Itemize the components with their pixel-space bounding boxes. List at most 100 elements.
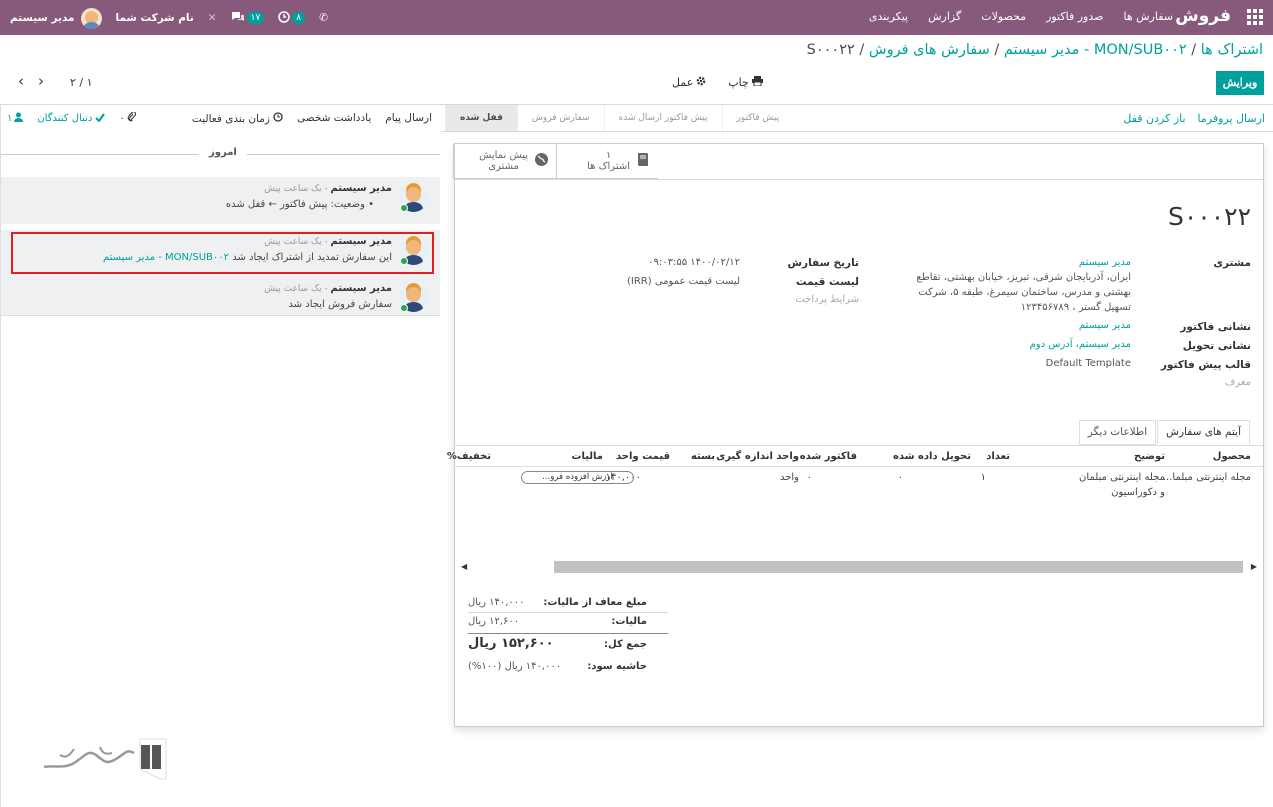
menu-configuration[interactable]: پیکربندی (869, 10, 908, 23)
order-date-field: ۱۴۰۰/۰۲/۱۲ ۰۹:۰۳:۵۵ (648, 257, 740, 268)
highlight-box (11, 232, 434, 274)
message-body: سفارش فروش ایجاد شد (288, 299, 392, 310)
col-discount[interactable]: تخفیف% (447, 451, 491, 462)
close-icon[interactable]: ✕ (208, 12, 217, 24)
date-separator: امروز (1, 147, 440, 158)
template-field[interactable]: Default Template (1046, 358, 1131, 369)
stage-sale-order[interactable]: سفارش فروش (516, 105, 604, 131)
stage-quotation-sent[interactable]: پیش فاکتور ارسال شده (603, 105, 722, 131)
referrer-label: معرف (1224, 377, 1251, 388)
customer-preview-button[interactable]: پیش نمایش مشتری (453, 144, 557, 179)
stage-quotation[interactable]: پیش فاکتور (721, 105, 794, 131)
scroll-right-icon[interactable]: ▶ (1251, 562, 1257, 571)
attachments-button[interactable]: ۰ (119, 111, 136, 125)
menu-orders[interactable]: سفارش ها (1123, 10, 1173, 23)
top-navbar: فروش سفارش ها صدور فاکتور محصولات گزارش … (0, 0, 1273, 35)
scrollbar-thumb[interactable] (554, 561, 1243, 573)
breadcrumb-subscriptions[interactable]: اشتراک ها (1201, 42, 1263, 58)
gear-icon (696, 76, 706, 89)
line-invoiced[interactable]: ۰ (807, 472, 812, 483)
invoice-address-label: نشانی فاکتور (1180, 321, 1251, 333)
table-scrollbar[interactable]: ◀ ▶ (459, 560, 1259, 574)
col-delivered[interactable]: تحویل داده شده (893, 451, 971, 462)
log-note-button[interactable]: یادداشت شخصی (297, 112, 371, 125)
app-brand[interactable]: فروش (1175, 6, 1231, 26)
menu-reporting[interactable]: گزارش (928, 10, 961, 23)
pager-next-button[interactable]: › (38, 74, 44, 89)
delivery-address-field[interactable]: مدیر سیستم، آدرس دوم (1030, 339, 1131, 350)
followers-button[interactable]: ۱ (7, 112, 24, 125)
online-status-icon (400, 304, 408, 312)
line-delivered[interactable]: ۰ (898, 472, 903, 483)
user-menu[interactable]: مدیر سیستم (10, 7, 102, 29)
user-avatar (80, 7, 102, 29)
unlock-button[interactable]: باز کردن قفل (1123, 112, 1185, 125)
activity-badge: ۸ (292, 12, 306, 24)
divider (441, 131, 1273, 132)
message-time: - یک ساعت پیش (264, 284, 331, 294)
line-product[interactable]: مجله اینترنتی مبلما... (1163, 472, 1251, 483)
customer-label: مشتری (1213, 257, 1251, 269)
col-quantity[interactable]: تعداد (986, 451, 1010, 462)
line-quantity[interactable]: ۱ (981, 472, 986, 483)
line-description-2: و دکوراسیون (1111, 487, 1165, 498)
order-date-label: تاریخ سفارش (787, 257, 859, 269)
col-unit-price[interactable]: قیمت واحد (616, 451, 670, 462)
follow-button[interactable]: دنبال کنندگان (37, 112, 106, 125)
divider (1, 315, 440, 316)
globe-icon (534, 152, 549, 170)
print-dropdown[interactable]: چاپ (728, 76, 763, 89)
col-product[interactable]: محصول (1213, 451, 1251, 462)
send-message-button[interactable]: ارسال پیام (385, 112, 432, 125)
col-invoiced[interactable]: فاکتور شده (800, 451, 857, 462)
chatter-panel: ارسال پیام یادداشت شخصی زمان بندی فعالیت… (0, 105, 440, 807)
phone-icon[interactable]: ✆ (319, 12, 328, 24)
form-sheet: پیش نمایش مشتری ۱ اشتراک ها S۰۰۰۲۲ مشتری م… (447, 143, 1264, 727)
activity-menu[interactable]: ۸ (278, 10, 306, 26)
apps-menu-icon[interactable] (1247, 9, 1263, 25)
messaging-menu[interactable]: ۱۷ (231, 11, 265, 26)
tab-order-lines[interactable]: آیتم های سفارش (1157, 420, 1250, 445)
pricelist-field[interactable]: لیست قیمت عمومی (IRR) (627, 276, 740, 287)
schedule-activity-button[interactable]: زمان بندی فعالیت (192, 112, 283, 125)
scroll-left-icon[interactable]: ◀ (461, 562, 467, 571)
record-title: S۰۰۰۲۲ (1167, 202, 1251, 231)
breadcrumb-sale-orders[interactable]: سفارش های فروش (869, 42, 990, 58)
action-toolbar: چاپ عمل (672, 76, 763, 89)
line-uom[interactable]: واحد (780, 472, 799, 483)
edit-button[interactable]: ویرایش (1216, 71, 1264, 95)
subscriptions-smart-button[interactable]: ۱ اشتراک ها (556, 144, 658, 179)
stage-locked[interactable]: قفل شده (445, 105, 517, 131)
col-description[interactable]: توضیح (1134, 451, 1165, 462)
col-package[interactable]: بسته (691, 451, 715, 462)
company-switcher[interactable]: نام شرکت شما (116, 12, 194, 24)
divider (468, 633, 668, 634)
message-author[interactable]: مدیر سیستم (331, 183, 392, 194)
tab-other-info[interactable]: اطلاعات دیگر (1078, 420, 1157, 445)
divider (455, 179, 1263, 180)
send-proforma-button[interactable]: ارسال پروفرما (1198, 112, 1265, 125)
col-uom[interactable]: واحد اندازه گیری (716, 451, 799, 462)
line-description-1[interactable]: مجله اینترنتی مبلمان (1079, 472, 1165, 483)
status-bar: ارسال پروفرما باز کردن قفل پیش فاکتور پی… (441, 105, 1273, 131)
clock-icon (278, 10, 291, 26)
chatter-followers: ۰ دنبال کنندگان ۱ (7, 111, 136, 125)
tax-amount: ۱۲,۶۰۰ ریال (468, 616, 520, 627)
customer-address-line3: تسهیل گستر ، ۱۲۳۴۵۶۷۸۹ (1020, 302, 1131, 313)
action-dropdown[interactable]: عمل (672, 76, 706, 89)
message-author[interactable]: مدیر سیستم (331, 283, 392, 294)
menu-invoicing[interactable]: صدور فاکتور (1046, 10, 1103, 23)
customer-field[interactable]: مدیر سیستم (1079, 257, 1131, 268)
messages-badge: ۱۷ (246, 12, 265, 24)
breadcrumb-subscription[interactable]: MON/SUB۰۰۲ - مدیر سیستم (1004, 42, 1187, 58)
user-name: مدیر سیستم (10, 12, 75, 24)
line-tax-tag[interactable]: ارزش افزوده فرو... (521, 471, 634, 484)
message-body: • وضعیت: پیش فاکتور ← قفل شده (225, 199, 374, 210)
message-item: مدیر سیستم - یک ساعت پیش سفارش فروش ایجا… (1, 277, 440, 315)
invoice-address-field[interactable]: مدیر سیستم (1079, 320, 1131, 331)
pager-prev-button[interactable]: ‹ (18, 74, 24, 89)
menu-products[interactable]: محصولات (981, 10, 1026, 23)
watermark-logo (43, 738, 167, 780)
col-taxes[interactable]: مالیات (571, 451, 603, 462)
pager-value[interactable]: ۲ / ۱ (70, 76, 93, 89)
